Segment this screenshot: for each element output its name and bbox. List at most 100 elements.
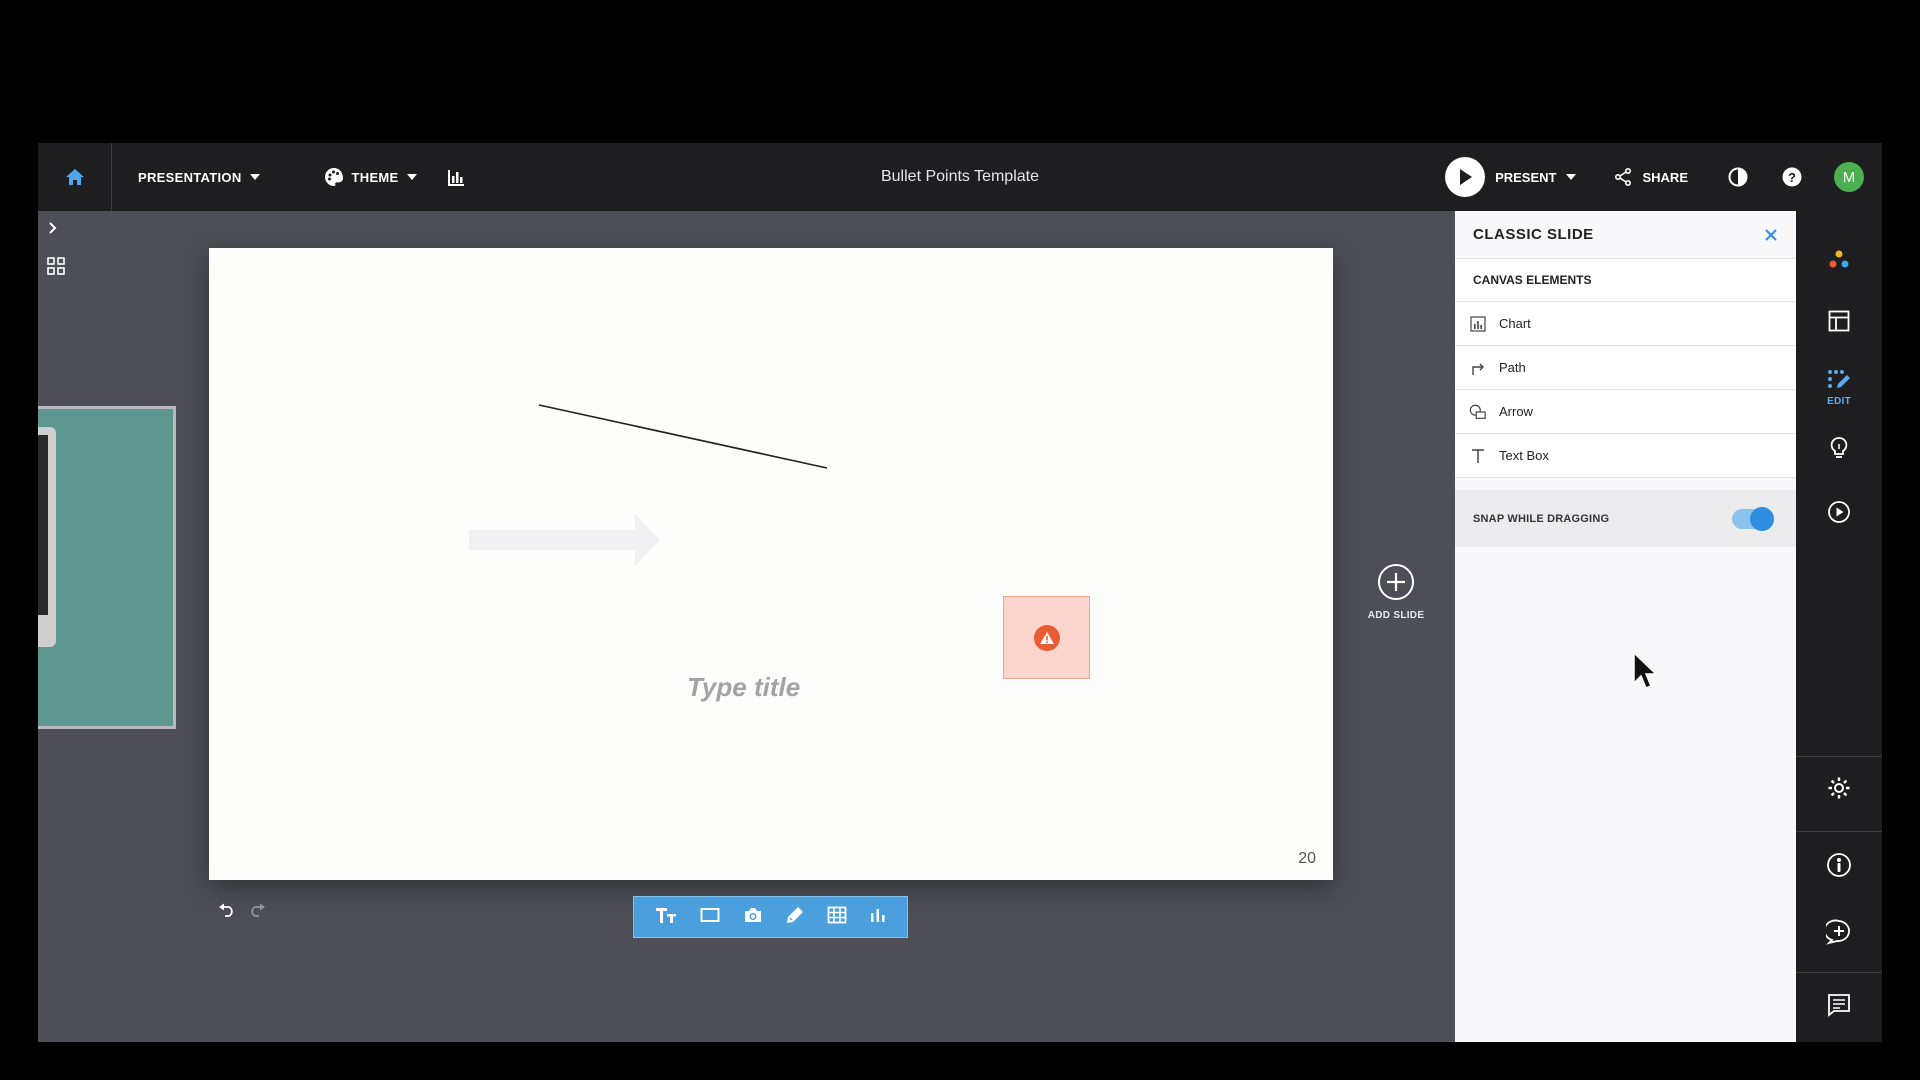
slide-title-placeholder[interactable]: Type title [687, 672, 800, 703]
arrow-shape [469, 514, 660, 566]
rail-divider [1796, 972, 1882, 973]
bar-chart-icon [870, 908, 885, 922]
add-slide-label: ADD SLIDE [1367, 610, 1425, 621]
analytics-button[interactable] [447, 168, 465, 186]
chart-icon [1469, 315, 1487, 333]
element-label: Arrow [1499, 404, 1533, 419]
lightbulb-icon [1830, 437, 1848, 458]
accessibility-icon [1827, 853, 1851, 877]
help-button[interactable]: ? [1782, 167, 1802, 187]
insert-toolbar [633, 896, 908, 938]
insert-text-button[interactable] [655, 906, 677, 929]
theme-menu[interactable]: THEME [324, 167, 417, 187]
line-element[interactable] [209, 248, 1333, 880]
top-right-tools: PRESENT SHARE ? M [1445, 143, 1882, 211]
design-dots-icon [1829, 250, 1849, 268]
plus-circle-icon [1378, 564, 1414, 600]
insert-shape-button[interactable] [700, 907, 720, 928]
element-label: Chart [1499, 316, 1531, 331]
rectangle-icon [700, 907, 720, 922]
camera-icon [745, 907, 762, 922]
edit-panel: CLASSIC SLIDE CANVAS ELEMENTS Chart Path… [1455, 211, 1796, 1042]
panel-title: CLASSIC SLIDE [1473, 226, 1594, 243]
grid-view-button[interactable] [47, 257, 65, 280]
panel-header: CLASSIC SLIDE [1455, 211, 1796, 259]
element-label: Path [1499, 360, 1526, 375]
undo-redo [218, 903, 266, 917]
svg-text:?: ? [1788, 170, 1796, 185]
rail-comment-button[interactable] [1796, 919, 1882, 945]
snap-while-dragging-row: SNAP WHILE DRAGGING [1455, 490, 1796, 547]
notes-icon [1828, 994, 1850, 1017]
add-comment-icon [1826, 919, 1850, 945]
add-slide-button[interactable]: ADD SLIDE [1351, 563, 1441, 621]
toggle-knob [1750, 506, 1774, 531]
theme-menu-label: THEME [351, 169, 399, 185]
presentation-menu[interactable]: PRESENTATION [138, 170, 260, 185]
rail-layout-button[interactable] [1796, 310, 1882, 332]
slide-page-number: 20 [1298, 850, 1316, 867]
chevron-right-icon [49, 222, 57, 234]
share-label: SHARE [1642, 169, 1688, 185]
arrow-shape-icon [1469, 403, 1487, 421]
expand-sidebar-button[interactable] [47, 221, 59, 240]
help-icon: ? [1782, 167, 1802, 187]
share-icon [1615, 168, 1632, 186]
app-window: PRESENTATION THEME Bullet Points Templat… [38, 143, 1882, 1042]
play-icon [1445, 157, 1486, 197]
rail-edit-button[interactable]: EDIT [1796, 369, 1882, 407]
rail-settings-button[interactable] [1796, 776, 1882, 800]
canvas-elements-heading: CANVAS ELEMENTS [1455, 259, 1796, 302]
rail-notes-button[interactable] [1796, 993, 1882, 1017]
element-arrow[interactable]: Arrow [1455, 390, 1796, 434]
insert-drawing-button[interactable] [786, 906, 804, 929]
presentation-menu-label: PRESENTATION [138, 169, 242, 185]
present-label: PRESENT [1495, 169, 1557, 185]
rail-divider [1796, 831, 1882, 832]
gear-icon [1828, 777, 1850, 799]
chart-placeholder[interactable] [1003, 596, 1090, 679]
snap-label: SNAP WHILE DRAGGING [1473, 512, 1610, 525]
rail-play-button[interactable] [1796, 500, 1882, 524]
text-icon [656, 907, 677, 923]
palette-icon [324, 168, 343, 186]
thumbnail-image [38, 427, 56, 647]
table-icon [827, 906, 847, 923]
slide-canvas[interactable]: Type title 20 [209, 248, 1333, 880]
previous-slide-thumbnail[interactable] [38, 406, 176, 729]
snap-toggle[interactable] [1732, 506, 1774, 531]
share-button[interactable]: SHARE [1614, 168, 1688, 186]
text-box-icon [1469, 447, 1487, 465]
layout-icon [1828, 310, 1850, 332]
mouse-cursor [1633, 651, 1658, 689]
rail-design-button[interactable] [1796, 248, 1882, 272]
rail-divider [1796, 756, 1882, 757]
insert-table-button[interactable] [827, 906, 847, 929]
contrast-button[interactable] [1728, 167, 1748, 187]
chevron-down-icon [249, 174, 260, 180]
chevron-down-icon [406, 174, 417, 180]
grid-icon [47, 257, 65, 275]
element-label: Text Box [1499, 448, 1549, 463]
avatar[interactable]: M [1834, 162, 1864, 192]
rail-ideas-button[interactable] [1796, 436, 1882, 460]
home-icon [65, 169, 84, 185]
undo-icon[interactable] [218, 903, 236, 917]
edit-label: EDIT [1827, 396, 1851, 407]
insert-chart-button[interactable] [870, 907, 886, 928]
path-icon [1469, 359, 1487, 377]
insert-image-button[interactable] [743, 906, 763, 929]
right-rail: EDIT [1796, 211, 1882, 1042]
redo-icon[interactable] [248, 903, 266, 917]
warning-icon [1033, 624, 1060, 651]
home-button[interactable] [38, 143, 112, 211]
rail-accessibility-button[interactable] [1796, 852, 1882, 878]
element-text-box[interactable]: Text Box [1455, 434, 1796, 478]
present-button[interactable]: PRESENT [1445, 157, 1577, 197]
element-path[interactable]: Path [1455, 346, 1796, 390]
chevron-down-icon [1566, 174, 1577, 180]
play-circle-icon [1828, 501, 1850, 523]
close-icon[interactable] [1764, 228, 1778, 242]
contrast-icon [1728, 167, 1748, 187]
element-chart[interactable]: Chart [1455, 302, 1796, 346]
